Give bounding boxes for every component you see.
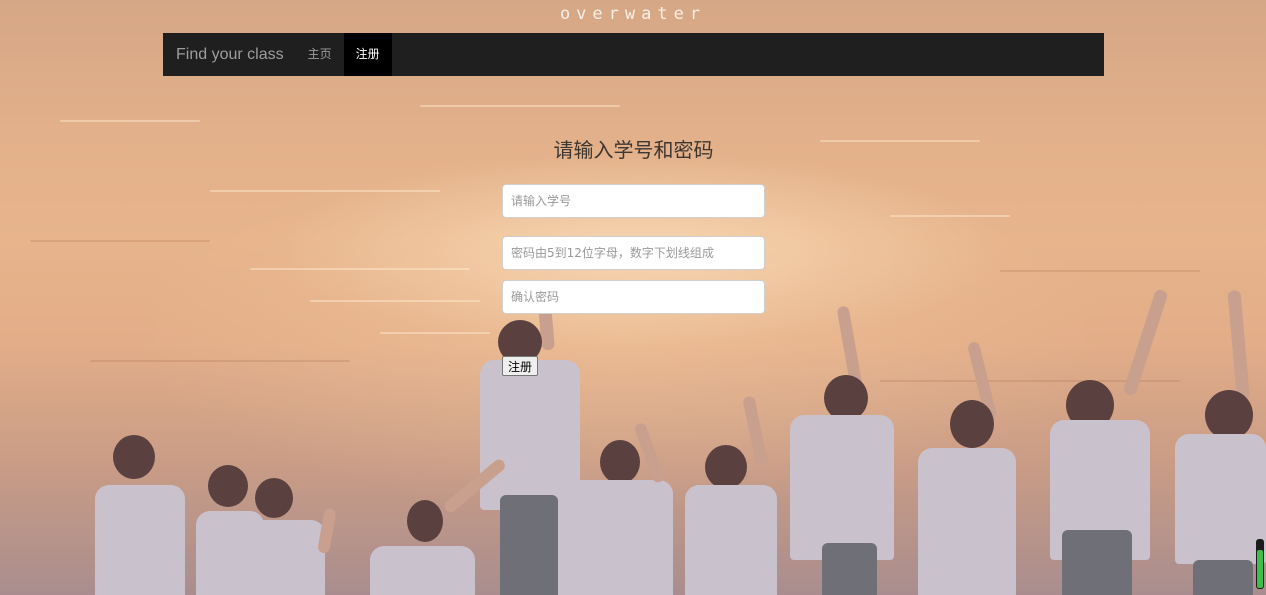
person-silhouette — [225, 478, 337, 595]
water-ripple — [310, 300, 480, 302]
water-ripple — [1000, 270, 1200, 272]
person-silhouette — [685, 395, 785, 595]
person-silhouette — [1175, 289, 1266, 595]
form-heading: 请输入学号和密码 — [553, 138, 714, 162]
person-silhouette — [558, 421, 678, 595]
nav-link-home[interactable]: 主页 — [296, 33, 344, 76]
person-silhouette — [370, 500, 475, 595]
water-ripple — [820, 140, 980, 142]
person-silhouette — [790, 305, 900, 595]
nav-link-register[interactable]: 注册 — [343, 33, 392, 76]
water-ripple — [890, 215, 1010, 217]
confirm-password-input[interactable] — [502, 280, 765, 314]
scroll-indicator-fill — [1257, 550, 1263, 588]
water-ripple — [90, 360, 350, 362]
top-navbar: Find your class 主页 注册 — [163, 33, 1104, 76]
navbar-brand[interactable]: Find your class — [163, 33, 296, 76]
register-button[interactable]: 注册 — [502, 356, 539, 376]
water-ripple — [30, 240, 210, 242]
student-id-input[interactable] — [502, 184, 765, 218]
person-silhouette — [95, 435, 195, 595]
person-silhouette — [900, 340, 1020, 595]
water-ripple — [420, 105, 620, 107]
water-ripple — [250, 268, 470, 270]
water-ripple — [60, 120, 200, 122]
water-ripple — [210, 190, 440, 192]
site-title: overwater — [559, 4, 707, 24]
scroll-indicator — [1256, 539, 1264, 589]
person-silhouette — [1040, 288, 1169, 595]
password-input[interactable] — [502, 236, 765, 270]
